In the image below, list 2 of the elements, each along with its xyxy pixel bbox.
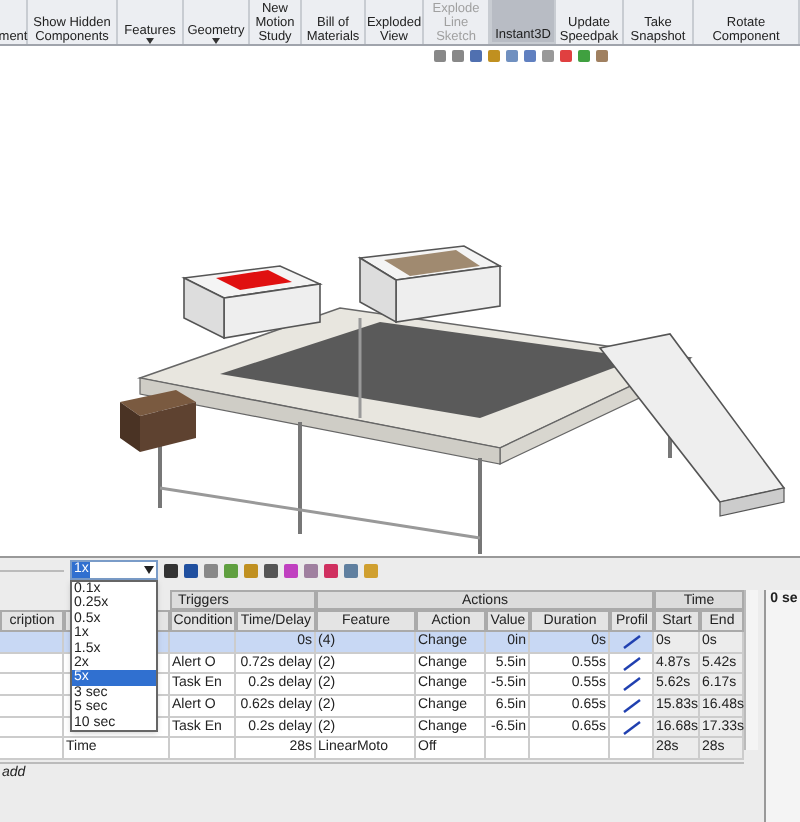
scrollbar[interactable]	[744, 590, 759, 750]
caret-icon	[144, 566, 154, 574]
